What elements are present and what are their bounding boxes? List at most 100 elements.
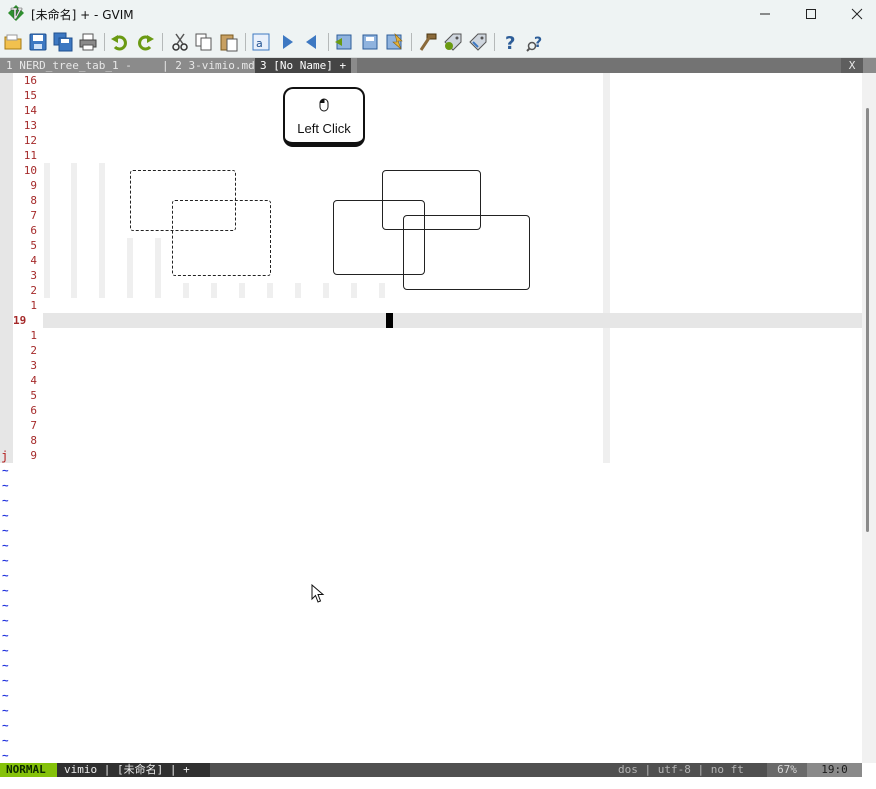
- empty-line-marker: ~: [2, 689, 9, 702]
- mode-indicator: NORMAL: [0, 763, 57, 777]
- empty-line-marker: ~: [2, 584, 9, 597]
- ascii-guide: [295, 283, 301, 298]
- mouse-icon: [319, 98, 329, 112]
- load-session-icon[interactable]: [334, 32, 354, 52]
- save-all-icon[interactable]: [53, 32, 73, 52]
- line-number: 7: [30, 209, 37, 222]
- line-number: 10: [23, 164, 37, 177]
- find-replace-icon[interactable]: a: [251, 32, 271, 52]
- toolbar-separator: [328, 33, 329, 51]
- empty-line-marker: ~: [2, 659, 9, 672]
- ascii-guide: [127, 238, 133, 298]
- save-session-icon[interactable]: [360, 32, 380, 52]
- left-click-overlay: Left Click: [283, 87, 365, 147]
- status-percent: 67%: [767, 763, 807, 777]
- mark-indicator: j: [1, 449, 9, 463]
- command-line[interactable]: [0, 777, 876, 789]
- line-number: 1: [30, 329, 37, 342]
- close-button[interactable]: [834, 0, 876, 27]
- ascii-guide: [379, 283, 385, 298]
- tab-no-name[interactable]: 3 [No Name] +: [255, 58, 352, 73]
- line-number: 11: [23, 149, 37, 162]
- find-help-icon[interactable]: ?: [526, 32, 546, 52]
- ascii-guide: [155, 238, 161, 298]
- sign-column: [0, 73, 13, 463]
- minimize-button[interactable]: [742, 0, 788, 27]
- minimize-icon: [760, 13, 770, 14]
- close-icon: [851, 8, 863, 19]
- maximize-button[interactable]: [788, 0, 834, 27]
- empty-line-marker: ~: [2, 554, 9, 567]
- toolbar-separator: [245, 33, 246, 51]
- redo-icon[interactable]: [135, 32, 155, 52]
- toolbar-separator: [162, 33, 163, 51]
- svg-text:?: ?: [505, 33, 515, 52]
- empty-line-marker: ~: [2, 734, 9, 747]
- print-icon[interactable]: [78, 32, 98, 52]
- solid-rectangle: [403, 215, 530, 290]
- find-next-icon[interactable]: [277, 32, 297, 52]
- line-number: 9: [30, 179, 37, 192]
- empty-line-marker: ~: [2, 464, 9, 477]
- line-number: 12: [23, 134, 37, 147]
- dashed-rectangle: [172, 200, 271, 276]
- ascii-guide: [211, 283, 217, 298]
- svg-text:a: a: [256, 37, 263, 50]
- line-number: 3: [30, 269, 37, 282]
- line-number: 13: [23, 119, 37, 132]
- open-icon[interactable]: [3, 32, 23, 52]
- tab-vimio-md[interactable]: | 2 3-vimio.md: [156, 58, 261, 73]
- build-tags-icon[interactable]: [443, 32, 463, 52]
- line-number: 5: [30, 239, 37, 252]
- cut-icon[interactable]: [170, 32, 190, 52]
- run-script-icon[interactable]: [385, 32, 405, 52]
- ascii-guide: [44, 163, 50, 298]
- scrollbar-thumb[interactable]: [866, 108, 869, 532]
- jump-tag-icon[interactable]: [468, 32, 488, 52]
- empty-line-marker: ~: [2, 644, 9, 657]
- ascii-guide: [71, 163, 77, 298]
- line-number: 8: [30, 434, 37, 447]
- empty-line-marker: ~: [2, 569, 9, 582]
- empty-line-marker: ~: [2, 749, 9, 762]
- tab-line: 1 NERD_tree_tab_1 - | 2 3-vimio.md 3 [No…: [0, 58, 876, 73]
- toolbar-separator: [411, 33, 412, 51]
- help-icon[interactable]: ?: [501, 32, 521, 52]
- line-number: 15: [23, 89, 37, 102]
- vertical-scrollbar[interactable]: [862, 73, 876, 763]
- line-number: 14: [23, 104, 37, 117]
- paste-icon[interactable]: [219, 32, 239, 52]
- undo-icon[interactable]: [110, 32, 130, 52]
- empty-line-marker: ~: [2, 524, 9, 537]
- window-title: [未命名] + - GVIM: [31, 8, 134, 22]
- cursor-line: [43, 313, 862, 328]
- line-number: 1: [30, 299, 37, 312]
- cursor-column-highlight: [603, 73, 610, 463]
- ascii-guide: [239, 283, 245, 298]
- empty-line-marker: ~: [2, 614, 9, 627]
- status-file: vimio | [未命名] | +: [57, 763, 210, 777]
- line-number: 8: [30, 194, 37, 207]
- copy-icon[interactable]: [194, 32, 214, 52]
- ascii-guide: [351, 283, 357, 298]
- maximize-icon: [806, 8, 816, 19]
- ascii-guide: [323, 283, 329, 298]
- line-number: 6: [30, 224, 37, 237]
- tab-nerd-tree[interactable]: 1 NERD_tree_tab_1 -: [0, 58, 138, 73]
- line-number: 2: [30, 344, 37, 357]
- tab-close-button[interactable]: X: [841, 58, 863, 73]
- status-line: NORMAL vimio | [未命名] | + dos | utf-8 | n…: [0, 763, 862, 777]
- save-icon[interactable]: [28, 32, 48, 52]
- empty-line-marker: ~: [2, 629, 9, 642]
- title-bar: [未命名] + - GVIM: [0, 0, 876, 27]
- ascii-guide: [183, 283, 189, 298]
- ascii-guide: [99, 163, 105, 298]
- line-number: 4: [30, 254, 37, 267]
- status-file-info: dos | utf-8 | no ft: [618, 763, 744, 776]
- toolbar-separator: [104, 33, 105, 51]
- editor-area[interactable]: 16 15 14 13 12 11 10 9 8 7 6 5 4 3 2 1 1…: [0, 73, 862, 763]
- current-line-number: 19: [13, 314, 27, 327]
- gvim-icon: [8, 5, 24, 21]
- find-prev-icon[interactable]: [302, 32, 322, 52]
- make-icon[interactable]: [418, 32, 438, 52]
